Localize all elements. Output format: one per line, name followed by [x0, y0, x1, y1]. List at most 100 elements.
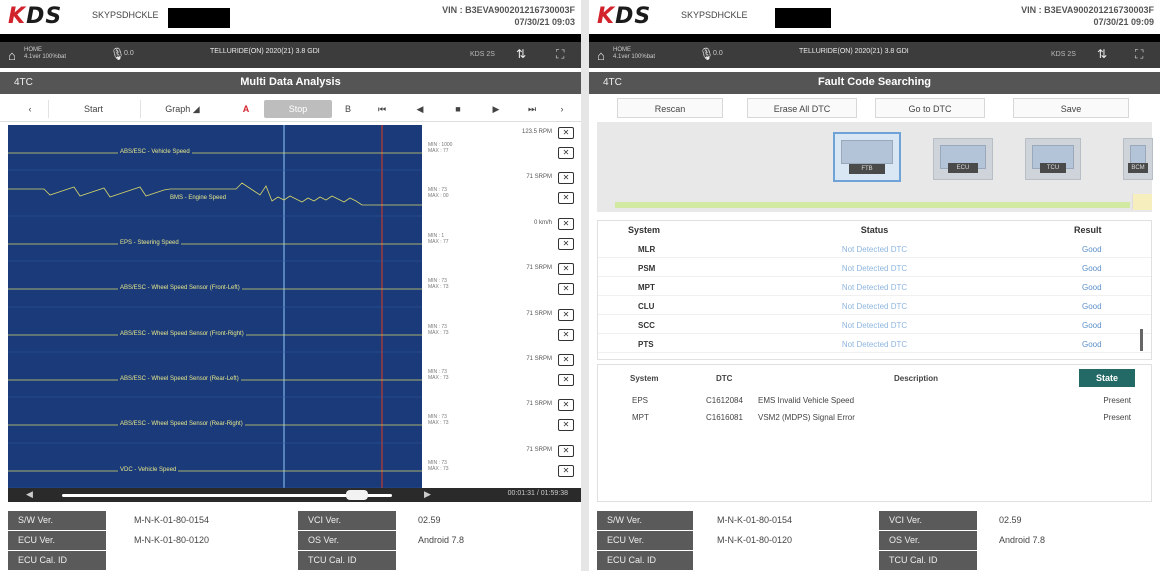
table-scrollbar[interactable] — [1140, 329, 1143, 351]
dtc-state: Present — [1103, 396, 1131, 405]
b-marker-button[interactable]: B — [338, 100, 358, 118]
column-header-system: System — [630, 374, 659, 383]
erase-all-dtc-button[interactable]: Erase All DTC — [747, 98, 857, 118]
scroll-thumb[interactable] — [346, 490, 368, 500]
ecu-caption: BCM — [1128, 163, 1148, 173]
stop-playback-button[interactable]: ■ — [444, 100, 472, 118]
ecu-caption: TCU — [1040, 163, 1066, 173]
wifi-icon[interactable]: ⇅ — [516, 47, 526, 61]
next-control[interactable]: › — [552, 100, 572, 118]
action-buttons: Rescan Erase All DTC Go to DTC Save — [597, 96, 1148, 120]
info-value: Android 7.8 — [418, 535, 465, 545]
remove-signal-button[interactable]: ✕ — [558, 147, 574, 159]
unit-label: KDS 2S — [470, 51, 495, 58]
info-label: TCU Cal. ID — [879, 551, 977, 570]
expand-icon[interactable]: ⛶ — [556, 47, 564, 62]
info-label: ECU Ver. — [597, 531, 693, 550]
info-label: S/W Ver. — [8, 511, 106, 530]
info-value — [408, 551, 568, 570]
remove-signal-button[interactable]: ✕ — [558, 263, 574, 275]
scroll-left-icon[interactable]: ◀ — [26, 489, 33, 500]
graph-area[interactable]: ABS/ESC - Vehicle Speed BMS - Engine Spee… — [8, 125, 422, 488]
ecu-screen-icon — [841, 140, 893, 164]
mic-icon[interactable]: 🎙 — [699, 47, 714, 61]
dtc-code: C1612084 — [706, 396, 743, 405]
remove-signal-button[interactable]: ✕ — [558, 329, 574, 341]
remove-signal-button[interactable]: ✕ — [558, 192, 574, 204]
state-sort-button[interactable]: State — [1079, 369, 1135, 387]
step-back-button[interactable]: ◀ — [406, 100, 434, 118]
wifi-icon[interactable]: ⇅ — [1097, 47, 1107, 61]
timeline-scrollbar[interactable]: ◀ ▶ 00:01:31 / 01:59:38 — [8, 488, 581, 502]
signal-label: ABS/ESC - Wheel Speed Sensor (Front-Left… — [118, 285, 242, 291]
remove-signal-button[interactable]: ✕ — [558, 127, 574, 139]
table-row[interactable]: PSM Not Detected DTC Good — [598, 260, 1151, 277]
signal-range: MIN : 1000 MAX : 77 — [428, 142, 452, 154]
graph-button[interactable]: Graph ◢ — [140, 100, 224, 118]
column-header-result: Result — [1074, 225, 1102, 235]
info-value — [707, 551, 877, 570]
signal-value: 0 km/h — [533, 220, 552, 226]
vehicle-info: TELLURIDE(ON) 2020(21) 3.8 GDI — [210, 48, 320, 55]
status-bar — [0, 34, 581, 42]
skip-forward-button[interactable]: ⏭ — [518, 100, 546, 118]
chart-controls: ‹ Start Graph ◢ A Stop B ⏮ ◀ ■ ▶ ⏭ › — [0, 96, 581, 122]
timestamp: 07/30/21 09:09 — [1093, 17, 1154, 27]
signal-max: MAX : 77 — [428, 239, 449, 245]
signal-row: 71 SRPM MIN : 73 MAX : 73 ✕ ✕ — [422, 352, 581, 392]
go-to-dtc-button[interactable]: Go to DTC — [875, 98, 985, 118]
table-row[interactable]: MLR Not Detected DTC Good — [598, 241, 1151, 258]
remove-signal-button[interactable]: ✕ — [558, 354, 574, 366]
table-row[interactable]: SCC Not Detected DTC Good — [598, 317, 1151, 334]
home-icon[interactable]: ⌂ — [597, 48, 605, 63]
mic-icon[interactable]: 🎙 — [110, 47, 125, 61]
ecu-tile[interactable]: BCM — [1123, 138, 1153, 180]
scroll-right-icon[interactable]: ▶ — [424, 489, 431, 500]
play-button[interactable]: ▶ — [482, 100, 510, 118]
start-button[interactable]: Start — [48, 100, 138, 118]
ecu-tile[interactable]: FTB — [833, 132, 901, 182]
remove-signal-button[interactable]: ✕ — [558, 283, 574, 295]
save-button[interactable]: Save — [1013, 98, 1129, 118]
dropdown-icon: ◢ — [192, 104, 200, 114]
table-row[interactable]: MPT Not Detected DTC Good — [598, 279, 1151, 296]
rescan-button[interactable]: Rescan — [617, 98, 723, 118]
table-row[interactable]: MPT C1616081 VSM2 (MDPS) Signal Error Prese… — [598, 410, 1151, 426]
remove-signal-button[interactable]: ✕ — [558, 465, 574, 477]
signal-label: ABS/ESC - Wheel Speed Sensor (Front-Righ… — [118, 331, 246, 337]
signal-max: MAX : 00 — [428, 193, 449, 199]
ecu-tile[interactable]: ECU — [933, 138, 993, 180]
stop-button[interactable]: Stop — [264, 100, 332, 118]
system-status: Not Detected DTC — [841, 283, 908, 292]
table-row[interactable]: EPS C1612084 EMS Invalid Vehicle Speed Pres… — [598, 393, 1151, 409]
signal-row: 71 SRPM MIN : 73 MAX : 73 ✕ ✕ — [422, 443, 581, 483]
graph-svg — [8, 125, 422, 488]
home-icon[interactable]: ⌂ — [8, 48, 16, 63]
signal-trace — [8, 182, 422, 206]
signal-range: MIN : 1 MAX : 77 — [428, 233, 449, 245]
scan-progress-bar — [615, 202, 1130, 208]
remove-signal-button[interactable]: ✕ — [558, 374, 574, 386]
skip-back-button[interactable]: ⏮ — [368, 100, 396, 118]
remove-signal-button[interactable]: ✕ — [558, 172, 574, 184]
scroll-track[interactable] — [62, 494, 392, 497]
info-label: ECU Cal. ID — [8, 551, 106, 570]
remove-signal-button[interactable]: ✕ — [558, 419, 574, 431]
remove-signal-button[interactable]: ✕ — [558, 309, 574, 321]
remove-signal-button[interactable]: ✕ — [558, 218, 574, 230]
table-row[interactable]: CLU Not Detected DTC Good — [598, 298, 1151, 315]
remove-signal-button[interactable]: ✕ — [558, 399, 574, 411]
prev-control[interactable]: ‹ — [18, 100, 42, 118]
ecu-tile[interactable]: TCU — [1025, 138, 1081, 180]
remove-signal-button[interactable]: ✕ — [558, 238, 574, 250]
expand-icon[interactable]: ⛶ — [1135, 47, 1143, 62]
signal-label: BMS - Engine Speed — [168, 195, 229, 201]
signal-range: MIN : 73 MAX : 00 — [428, 187, 449, 199]
system-result: Good — [1082, 321, 1102, 330]
system-status: Not Detected DTC — [841, 340, 908, 349]
remove-signal-button[interactable]: ✕ — [558, 445, 574, 457]
system-result: Good — [1082, 340, 1102, 349]
a-marker-button[interactable]: A — [236, 100, 256, 118]
signal-row: 71 SRPM MIN : 73 MAX : 00 ✕ ✕ — [422, 170, 581, 210]
table-row[interactable]: PTS Not Detected DTC Good — [598, 336, 1151, 353]
